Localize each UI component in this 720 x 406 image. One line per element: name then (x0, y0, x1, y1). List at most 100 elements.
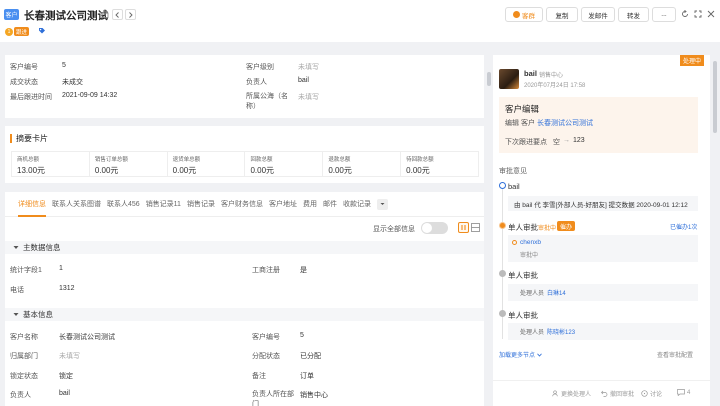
more-label: ... (661, 11, 667, 18)
comments-button[interactable]: 4 (677, 389, 690, 396)
tab-address[interactable]: 客户地址 (269, 199, 297, 209)
tab-sales[interactable]: 销售记录 (187, 199, 215, 209)
edit-record-link[interactable]: 长春测试公司测试 (537, 118, 593, 128)
collapse-icon (13, 246, 19, 249)
owner-dept-label: 负责人所在部门 (252, 391, 294, 406)
tab-contact456[interactable]: 联系人456 (107, 199, 140, 209)
follow-count-badge: 1 (5, 28, 13, 36)
send-email-label: 发邮件 (588, 12, 608, 20)
summary-item-label: 销售订单总额 (94, 157, 128, 163)
stat-field-label: 统计字段1 (10, 267, 42, 274)
deal-status-value: 未成交 (62, 79, 83, 86)
refresh-icon[interactable] (681, 9, 689, 20)
node-dot (499, 182, 506, 189)
cust-name-label: 客户名称 (10, 334, 38, 341)
cust-level-value: 未填写 (298, 64, 319, 71)
tab-sales11[interactable]: 销售记录11 (146, 199, 181, 209)
lock-status-label: 锁定状态 (10, 373, 38, 380)
show-all-label: 显示全部信息 (373, 226, 415, 233)
summary-item-label: 商机总额 (17, 157, 40, 163)
basic-owner-label: 负责人 (10, 392, 31, 399)
node2-title: 单人审批 (508, 223, 538, 232)
fullscreen-icon[interactable] (694, 10, 702, 20)
summary-item-value: 0.00元 (406, 166, 430, 175)
summary-item-value: 0.00元 (172, 166, 197, 175)
page-title: 长春测试公司测试 (24, 10, 108, 22)
summary-item: 待回款总额 0.00元 (401, 152, 478, 176)
node4-box: 处理人员 陈晓彬123 (508, 323, 698, 340)
next-follow-new: 123 (573, 137, 585, 144)
summary-item-label: 待回款总额 (406, 157, 434, 163)
phone-label: 电话 (10, 287, 24, 294)
avatar (499, 69, 519, 89)
tabs-more-button[interactable] (376, 198, 388, 210)
cust-no-label: 客户编号 (10, 64, 38, 71)
forward-button[interactable]: 转发 (618, 7, 649, 22)
caret-down-icon (380, 203, 385, 205)
next-follow-old: 空 (553, 139, 560, 146)
show-all-toggle[interactable] (421, 222, 448, 234)
tab-detail[interactable]: 详细信息 (18, 192, 46, 217)
tab-expense[interactable]: 费用 (303, 199, 317, 209)
main-section-header[interactable]: 主数据信息 (5, 241, 484, 254)
left-scrollbar[interactable] (487, 72, 491, 86)
node2-person[interactable]: chenxb (520, 239, 541, 246)
send-email-button[interactable]: 发邮件 (581, 7, 615, 22)
discuss-icon (641, 390, 648, 397)
split-view-icon[interactable] (458, 222, 469, 233)
tab-finance[interactable]: 客户财务信息 (221, 199, 263, 209)
summary-item-value: 0.00元 (94, 166, 119, 175)
basic-no-value: 5 (300, 332, 304, 339)
right-scrollbar[interactable] (713, 61, 717, 133)
discuss-button[interactable]: 讨论 (641, 389, 662, 398)
lock-icon[interactable] (101, 9, 109, 20)
tab-payment[interactable]: 收款记录 (343, 199, 371, 209)
summary-accent (10, 134, 12, 143)
applicant-dept: 销售中心 (539, 73, 564, 79)
key-info-card: 客户编号 5 成交状态 未成交 最后跟进时间 2021-09-09 14:32 … (5, 55, 484, 118)
summary-item-value: 0.00元 (328, 166, 352, 175)
opinion-title: 审批意见 (499, 168, 527, 175)
urged-count[interactable]: 已催办1次 (670, 222, 697, 231)
prev-record-button[interactable] (112, 9, 123, 20)
list-view-icon[interactable] (471, 223, 480, 234)
more-button[interactable]: ... (652, 7, 676, 22)
tag-icon[interactable] (38, 27, 46, 37)
summary-item-label: 退款总额 (328, 157, 351, 163)
edit-summary-box: 客户编辑 编辑 客户 长春测试公司测试 下次跟进要点 空 → 123 (499, 97, 698, 153)
group-button-label: 客群 (522, 12, 535, 20)
next-record-button[interactable] (125, 9, 136, 20)
summary-item: 销售订单总额 0.00元 (90, 152, 168, 176)
summary-item-value: 0.00元 (250, 166, 275, 175)
view-flow-link[interactable]: 查看审批配置 (657, 350, 693, 359)
phone-value: 1312 (59, 285, 75, 292)
node1-name: bail (508, 182, 520, 191)
basic-section-header[interactable]: 基本信息 (5, 308, 484, 321)
withdraw-button[interactable]: 撤回审批 (601, 389, 634, 398)
comment-icon (677, 389, 685, 396)
node3-person[interactable]: 白琳14 (547, 288, 566, 297)
copy-button[interactable]: 复制 (546, 7, 578, 22)
comment-count: 4 (687, 389, 691, 396)
node3-box: 处理人员 白琳14 (508, 284, 698, 301)
record-type-badge: 客户 (4, 9, 19, 20)
load-more-link[interactable]: 加载更多节点 (499, 350, 542, 359)
next-follow-label: 下次跟进要点 (505, 139, 547, 146)
node-dot (499, 270, 506, 277)
assign-value: 已分配 (300, 353, 321, 360)
close-icon[interactable] (707, 10, 715, 20)
tab-email[interactable]: 邮件 (323, 199, 337, 209)
node3-title: 单人审批 (508, 271, 538, 280)
node4-title: 单人审批 (508, 311, 538, 320)
owner-label: 负责人 (246, 79, 267, 86)
node4-person[interactable]: 陈晓彬123 (547, 327, 575, 336)
urge-button[interactable]: 催办 (557, 221, 576, 231)
summary-grid: 商机总额 13.00元 销售订单总额 0.00元 退货单总额 0.00元 回款总… (11, 151, 479, 177)
change-handler-button[interactable]: 更换处理人 (552, 389, 591, 398)
follow-tag[interactable]: 跟进 (14, 27, 30, 36)
chevron-left-icon (115, 11, 119, 18)
tab-contact-graph[interactable]: 联系人关系图谱 (52, 199, 101, 209)
group-button[interactable]: 客群 (505, 7, 543, 22)
edit-title: 客户编辑 (505, 104, 540, 114)
summary-item: 退款总额 0.00元 (323, 152, 402, 176)
